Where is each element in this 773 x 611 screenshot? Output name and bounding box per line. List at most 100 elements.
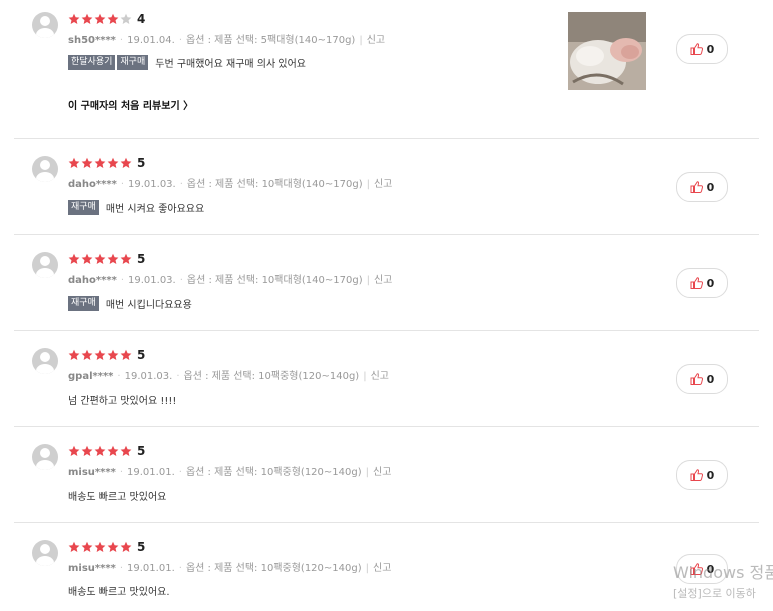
report-link[interactable]: 신고: [371, 371, 389, 382]
star-icon: [68, 253, 80, 264]
tag-badge: 재구매: [68, 296, 99, 311]
thumbs-up-icon: [690, 43, 703, 55]
review-text: 매번 시켜요 좋아요요요: [105, 204, 205, 215]
star-icon: [94, 13, 106, 24]
review-item: 5 misu**** · 19.01.01. · 옵션 : 제품 선택: 10팩중형(1…: [14, 444, 759, 523]
star-icon: [68, 349, 80, 360]
star-icon: [68, 13, 80, 24]
star-rating: [68, 445, 132, 459]
like-button[interactable]: 0: [676, 34, 728, 64]
review-body: 한달사용기 재구매 두번 구매했어요 재구매 의사 있어요: [68, 55, 306, 70]
report-link[interactable]: 신고: [373, 563, 391, 574]
report-link[interactable]: 신고: [374, 275, 392, 286]
like-button[interactable]: 0: [676, 460, 728, 490]
rating-number: 5: [137, 156, 146, 170]
star-icon: [81, 253, 93, 264]
review-date: 19.01.01.: [127, 563, 175, 574]
purchase-option: 옵션 : 제품 선택: 10팩대형(140~170g): [186, 275, 363, 286]
like-button[interactable]: 0: [676, 268, 728, 298]
star-icon: [107, 445, 119, 456]
thumbs-up-icon: [690, 373, 703, 385]
like-count: 0: [706, 276, 715, 290]
review-photo[interactable]: [568, 12, 646, 90]
avatar: [32, 348, 58, 374]
review-meta: daho**** · 19.01.03. · 옵션 : 제품 선택: 10팩대형(140…: [68, 179, 393, 190]
like-count: 0: [706, 468, 715, 482]
star-icon: [94, 253, 106, 264]
like-count: 0: [706, 180, 715, 194]
thumbs-up-icon: [690, 181, 703, 193]
reviewer-id: daho****: [68, 275, 117, 286]
star-icon: [68, 157, 80, 168]
purchase-option: 옵션 : 제품 선택: 10팩중형(120~140g): [183, 371, 360, 382]
star-rating: [68, 541, 132, 555]
review-meta: daho**** · 19.01.03. · 옵션 : 제품 선택: 10팩대형(140…: [68, 275, 393, 286]
star-icon: [81, 13, 93, 24]
avatar: [32, 540, 58, 566]
star-rating: [68, 349, 132, 363]
star-icon: [68, 445, 80, 456]
star-icon: [120, 253, 132, 264]
rating-number: 5: [137, 252, 146, 266]
star-icon: [107, 157, 119, 168]
star-rating: [68, 13, 132, 27]
star-icon: [107, 349, 119, 360]
star-icon: [68, 541, 80, 552]
star-icon: [120, 349, 132, 360]
review-text: 두번 구매했어요 재구매 의사 있어요: [155, 59, 306, 70]
star-icon: [107, 13, 119, 24]
like-count: 0: [706, 372, 715, 386]
star-rating: [68, 253, 132, 267]
review-date: 19.01.03.: [128, 179, 176, 190]
report-link[interactable]: 신고: [374, 179, 392, 190]
like-count: 0: [706, 42, 715, 56]
star-icon: [81, 541, 93, 552]
report-link[interactable]: 신고: [373, 467, 391, 478]
reviewer-id: gpal****: [68, 371, 114, 382]
like-button[interactable]: 0: [676, 364, 728, 394]
purchase-option: 옵션 : 제품 선택: 10팩중형(120~140g): [185, 467, 362, 478]
star-rating: [68, 157, 132, 171]
review-item: 5 daho**** · 19.01.03. · 옵션 : 제품 선택: 10팩대형(1…: [14, 252, 759, 331]
review-item: 5 misu**** · 19.01.01. · 옵션 : 제품 선택: 10팩중형(1…: [14, 540, 759, 611]
report-link[interactable]: 신고: [367, 35, 385, 46]
rating-number: 5: [137, 444, 146, 458]
star-icon: [120, 13, 132, 24]
star-icon: [94, 349, 106, 360]
windows-activation-watermark: Windows 정품 [설정]으로 이동하: [673, 559, 773, 601]
rating-number: 5: [137, 348, 146, 362]
star-icon: [120, 541, 132, 552]
review-text: 매번 시킵니다요요용: [105, 300, 192, 311]
avatar: [32, 156, 58, 182]
rating-number: 5: [137, 540, 146, 554]
star-icon: [120, 157, 132, 168]
purchase-option: 옵션 : 제품 선택: 5팩대형(140~170g): [186, 35, 356, 46]
review-meta: sh50**** · 19.01.04. · 옵션 : 제품 선택: 5팩대형(140~…: [68, 35, 386, 46]
star-icon: [94, 445, 106, 456]
avatar: [32, 252, 58, 278]
purchase-option: 옵션 : 제품 선택: 10팩중형(120~140g): [185, 563, 362, 574]
review-date: 19.01.03.: [124, 371, 173, 382]
review-text: 배송도 빠르고 맛있어요.: [68, 587, 170, 598]
avatar: [32, 444, 58, 470]
review-text: 배송도 빠르고 맛있어요: [68, 492, 167, 503]
star-icon: [81, 349, 93, 360]
star-icon: [94, 157, 106, 168]
first-review-link[interactable]: 이 구매자의 처음 리뷰보기 〉: [68, 97, 193, 112]
star-icon: [81, 157, 93, 168]
rating-number: 4: [137, 12, 146, 26]
like-button[interactable]: 0: [676, 172, 728, 202]
review-meta: misu**** · 19.01.01. · 옵션 : 제품 선택: 10팩중형(120…: [68, 563, 392, 574]
reviewer-id: misu****: [68, 467, 116, 478]
star-icon: [81, 445, 93, 456]
star-icon: [107, 253, 119, 264]
tag-badge: 한달사용기: [68, 55, 116, 70]
tag-badge: 재구매: [68, 200, 99, 215]
purchase-option: 옵션 : 제품 선택: 10팩대형(140~170g): [186, 179, 363, 190]
thumbs-up-icon: [690, 277, 703, 289]
star-icon: [107, 541, 119, 552]
review-meta: misu**** · 19.01.01. · 옵션 : 제품 선택: 10팩중형(120…: [68, 467, 392, 478]
reviewer-id: daho****: [68, 179, 117, 190]
review-body: 재구매 매번 시켜요 좋아요요요: [68, 200, 204, 215]
star-icon: [120, 445, 132, 456]
